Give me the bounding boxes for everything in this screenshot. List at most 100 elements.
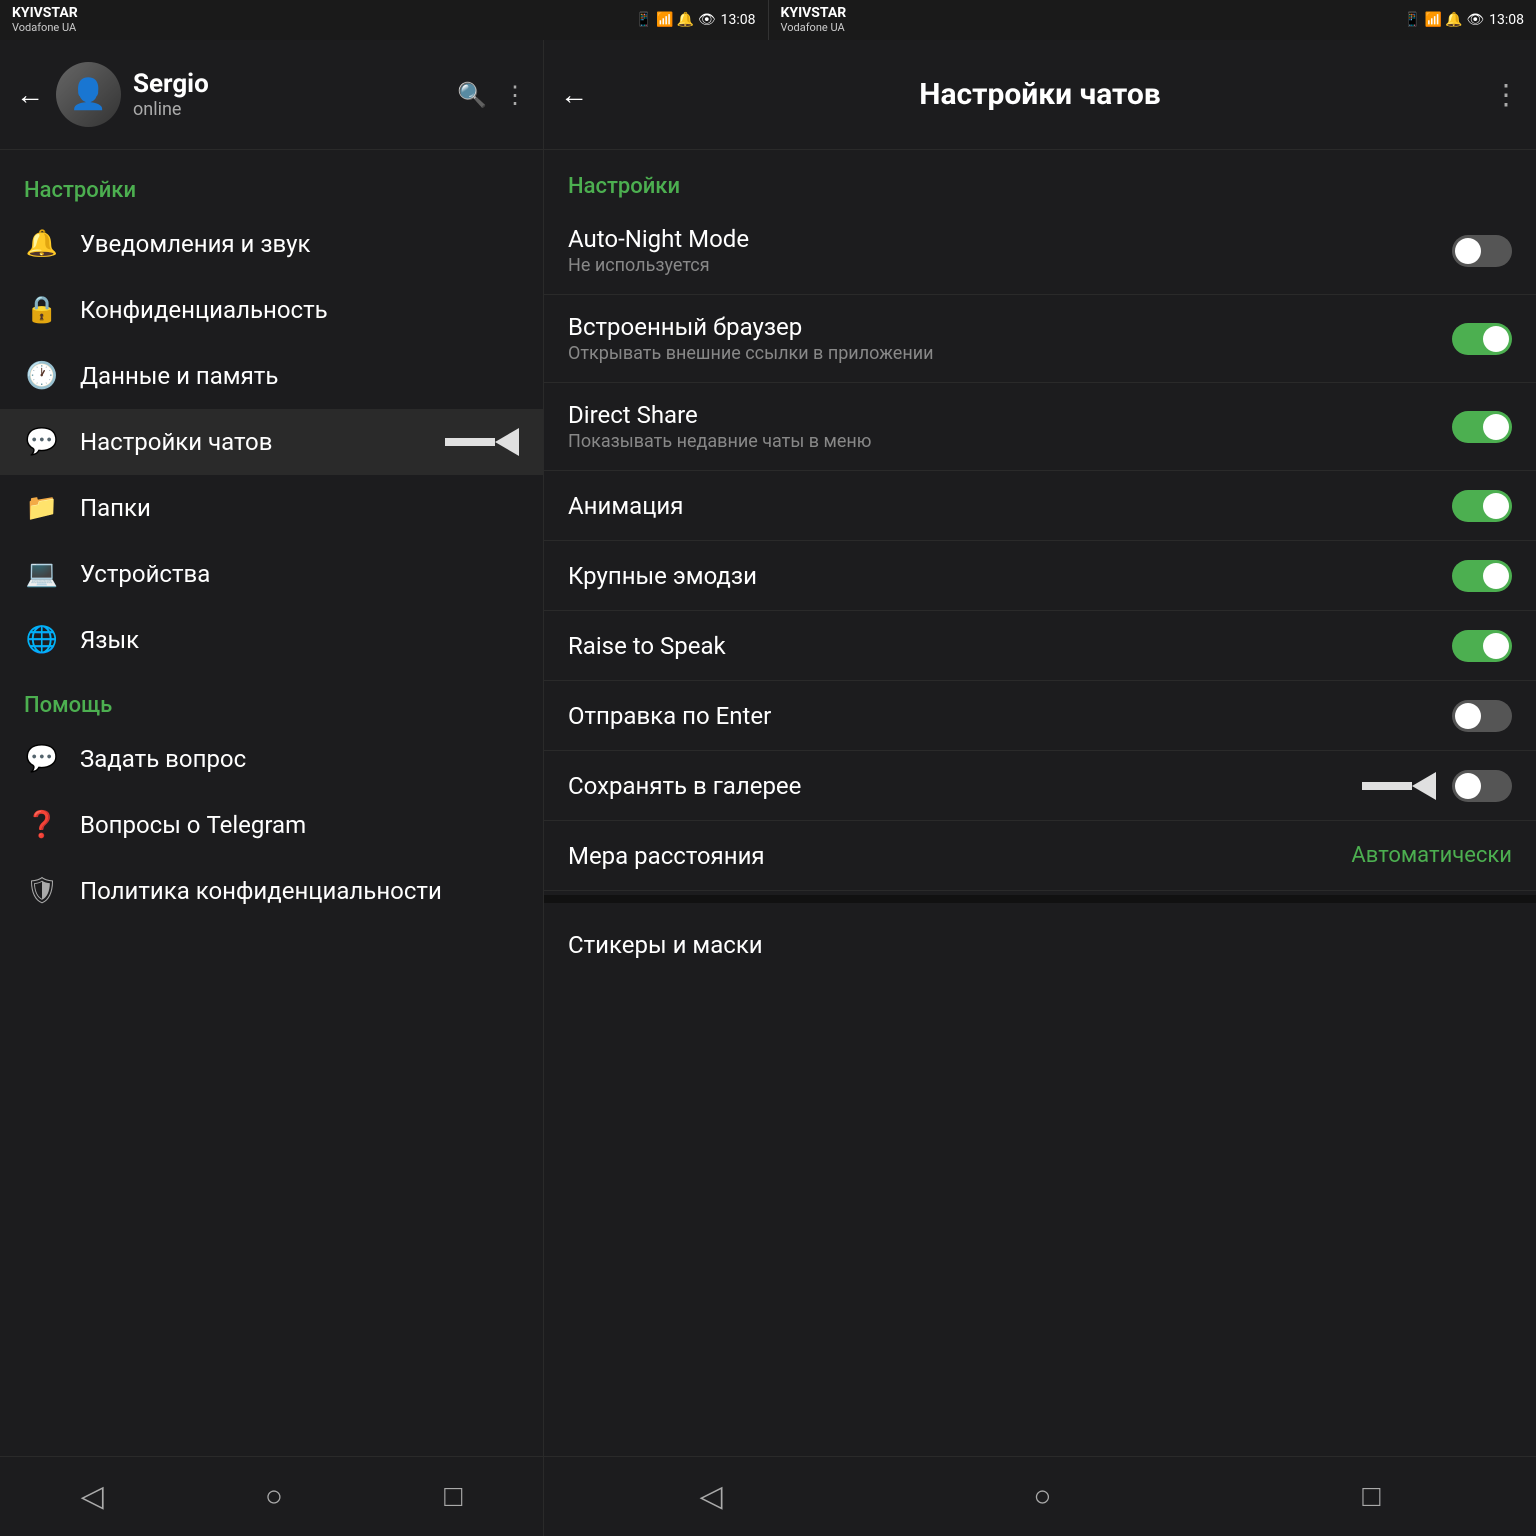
right-item-animation[interactable]: Анимация — [544, 471, 1536, 541]
right-item-send-enter[interactable]: Отправка по Enter — [544, 681, 1536, 751]
animation-title: Анимация — [568, 492, 1452, 520]
sidebar-item-folders[interactable]: 📁 Папки — [0, 475, 543, 541]
right-item-auto-night[interactable]: Auto-Night Mode Не используется — [544, 207, 1536, 295]
nav-recent-right[interactable]: □ — [1362, 1479, 1380, 1514]
right-settings-label: Настройки — [544, 158, 1536, 207]
user-name: Sergio — [133, 69, 445, 99]
sidebar-item-devices[interactable]: 💻 Устройства — [0, 541, 543, 607]
sidebar-item-privacy[interactable]: 🔒 Конфиденциальность — [0, 277, 543, 343]
arrow-stem — [445, 438, 495, 446]
save-gallery-toggle[interactable] — [1452, 770, 1512, 802]
avatar-image: 👤 — [56, 62, 121, 127]
browser-subtitle: Открывать внешние ссылки в приложении — [568, 343, 1452, 364]
distance-title: Мера расстояния — [568, 842, 1351, 870]
search-icon[interactable]: 🔍 — [457, 81, 487, 109]
language-label: Язык — [80, 626, 519, 654]
sidebar-item-language[interactable]: 🌐 Язык — [0, 607, 543, 673]
section-divider — [544, 895, 1536, 903]
device-icon: 💻 — [24, 559, 60, 589]
toggle-thumb — [1483, 633, 1509, 659]
help-section-label: Помощь — [0, 673, 543, 726]
right-panel: ← Настройки чатов ⋮ Настройки Auto-Night… — [544, 40, 1536, 1536]
sidebar-item-notifications[interactable]: 🔔 Уведомления и звук — [0, 211, 543, 277]
toggle-thumb — [1483, 414, 1509, 440]
right-bottom-nav: ◁ ○ □ — [544, 1456, 1536, 1536]
faq-icon: ❓ — [24, 810, 60, 840]
right-back-button[interactable]: ← — [560, 78, 588, 111]
right-item-save-gallery[interactable]: Сохранять в галерее — [544, 751, 1536, 821]
toggle-thumb — [1483, 326, 1509, 352]
lock-icon: 🔒 — [24, 295, 60, 325]
policy-label: Политика конфиденциальности — [80, 877, 519, 905]
right-item-large-emoji[interactable]: Крупные эмодзи — [544, 541, 1536, 611]
sidebar-item-ask[interactable]: 💬 Задать вопрос — [0, 726, 543, 792]
raise-to-speak-title: Raise to Speak — [568, 632, 1452, 660]
chatsettings-label: Настройки чатов — [80, 428, 413, 456]
toggle-thumb — [1455, 703, 1481, 729]
browser-toggle[interactable] — [1452, 323, 1512, 355]
right-header: ← Настройки чатов ⋮ — [544, 40, 1536, 150]
faq-label: Вопросы о Telegram — [80, 811, 519, 839]
right-more-icon[interactable]: ⋮ — [1492, 78, 1520, 111]
left-panel: ← 👤 Sergio online 🔍 ⋮ Настройки 🔔 Уведом… — [0, 40, 544, 1536]
sidebar-item-data[interactable]: 🕐 Данные и память — [0, 343, 543, 409]
nav-home-right[interactable]: ○ — [1033, 1479, 1051, 1514]
left-back-button[interactable]: ← — [16, 78, 44, 111]
auto-night-toggle[interactable] — [1452, 235, 1512, 267]
direct-share-toggle[interactable] — [1452, 411, 1512, 443]
data-label: Данные и память — [80, 362, 519, 390]
devices-label: Устройства — [80, 560, 519, 588]
page-title: Настройки чатов — [600, 77, 1480, 112]
arrow-stem — [1362, 782, 1412, 790]
left-bottom-nav: ◁ ○ □ — [0, 1456, 543, 1536]
bell-icon: 🔔 — [24, 229, 60, 259]
status-icons-right: 📱 📶 🔔 👁 13:08 — [1404, 12, 1524, 28]
status-bar: KYIVSTAR Vodafone UA 📱 📶 🔔 👁 13:08 KYIVS… — [0, 0, 1536, 40]
nav-home-left[interactable]: ○ — [265, 1479, 283, 1514]
stickers-title: Стикеры и маски — [568, 931, 1512, 959]
large-emoji-toggle[interactable] — [1452, 560, 1512, 592]
clock-icon: 🕐 — [24, 361, 60, 391]
user-status: online — [133, 99, 445, 120]
send-enter-toggle[interactable] — [1452, 700, 1512, 732]
large-emoji-title: Крупные эмодзи — [568, 562, 1452, 590]
settings-list: Настройки 🔔 Уведомления и звук 🔒 Конфиде… — [0, 150, 543, 1456]
more-icon[interactable]: ⋮ — [503, 81, 527, 109]
auto-night-title: Auto-Night Mode — [568, 225, 1452, 253]
right-item-distance[interactable]: Мера расстояния Автоматически — [544, 821, 1536, 891]
globe-icon: 🌐 — [24, 625, 60, 655]
status-bar-left: KYIVSTAR Vodafone UA 📱 📶 🔔 👁 13:08 — [0, 0, 768, 40]
avatar[interactable]: 👤 — [56, 62, 121, 127]
right-item-raise-to-speak[interactable]: Raise to Speak — [544, 611, 1536, 681]
privacy-label: Конфиденциальность — [80, 296, 519, 324]
folder-icon: 📁 — [24, 493, 60, 523]
save-gallery-arrow-annotation — [1362, 772, 1436, 800]
nav-back-right[interactable]: ◁ — [699, 1479, 722, 1514]
direct-share-subtitle: Показывать недавние чаты в меню — [568, 431, 1452, 452]
toggle-thumb — [1483, 563, 1509, 589]
right-item-browser[interactable]: Встроенный браузер Открывать внешние ссы… — [544, 295, 1536, 383]
status-bar-right: KYIVSTAR Vodafone UA 📱 📶 🔔 👁 13:08 — [769, 0, 1536, 40]
toggle-thumb — [1455, 773, 1481, 799]
animation-toggle[interactable] — [1452, 490, 1512, 522]
nav-recent-left[interactable]: □ — [444, 1479, 462, 1514]
main-panels: ← 👤 Sergio online 🔍 ⋮ Настройки 🔔 Уведом… — [0, 40, 1536, 1536]
notifications-label: Уведомления и звук — [80, 230, 519, 258]
distance-value: Автоматически — [1351, 843, 1512, 868]
right-item-direct-share[interactable]: Direct Share Показывать недавние чаты в … — [544, 383, 1536, 471]
shield-icon: 🛡 — [24, 876, 60, 906]
right-item-stickers[interactable]: Стикеры и маски — [544, 907, 1536, 983]
direct-share-title: Direct Share — [568, 401, 1452, 429]
carrier-right: KYIVSTAR Vodafone UA — [781, 6, 847, 33]
left-header: ← 👤 Sergio online 🔍 ⋮ — [0, 40, 543, 150]
arrow-head — [1412, 772, 1436, 800]
auto-night-subtitle: Не используется — [568, 255, 1452, 276]
toggle-thumb — [1483, 493, 1509, 519]
sidebar-item-policy[interactable]: 🛡 Политика конфиденциальности — [0, 858, 543, 924]
sidebar-item-faq[interactable]: ❓ Вопросы о Telegram — [0, 792, 543, 858]
nav-back-left[interactable]: ◁ — [81, 1479, 104, 1514]
sidebar-item-chatsettings[interactable]: 💬 Настройки чатов — [0, 409, 543, 475]
right-content: Настройки Auto-Night Mode Не используетс… — [544, 150, 1536, 1456]
raise-to-speak-toggle[interactable] — [1452, 630, 1512, 662]
save-gallery-title: Сохранять в галерее — [568, 772, 1350, 800]
